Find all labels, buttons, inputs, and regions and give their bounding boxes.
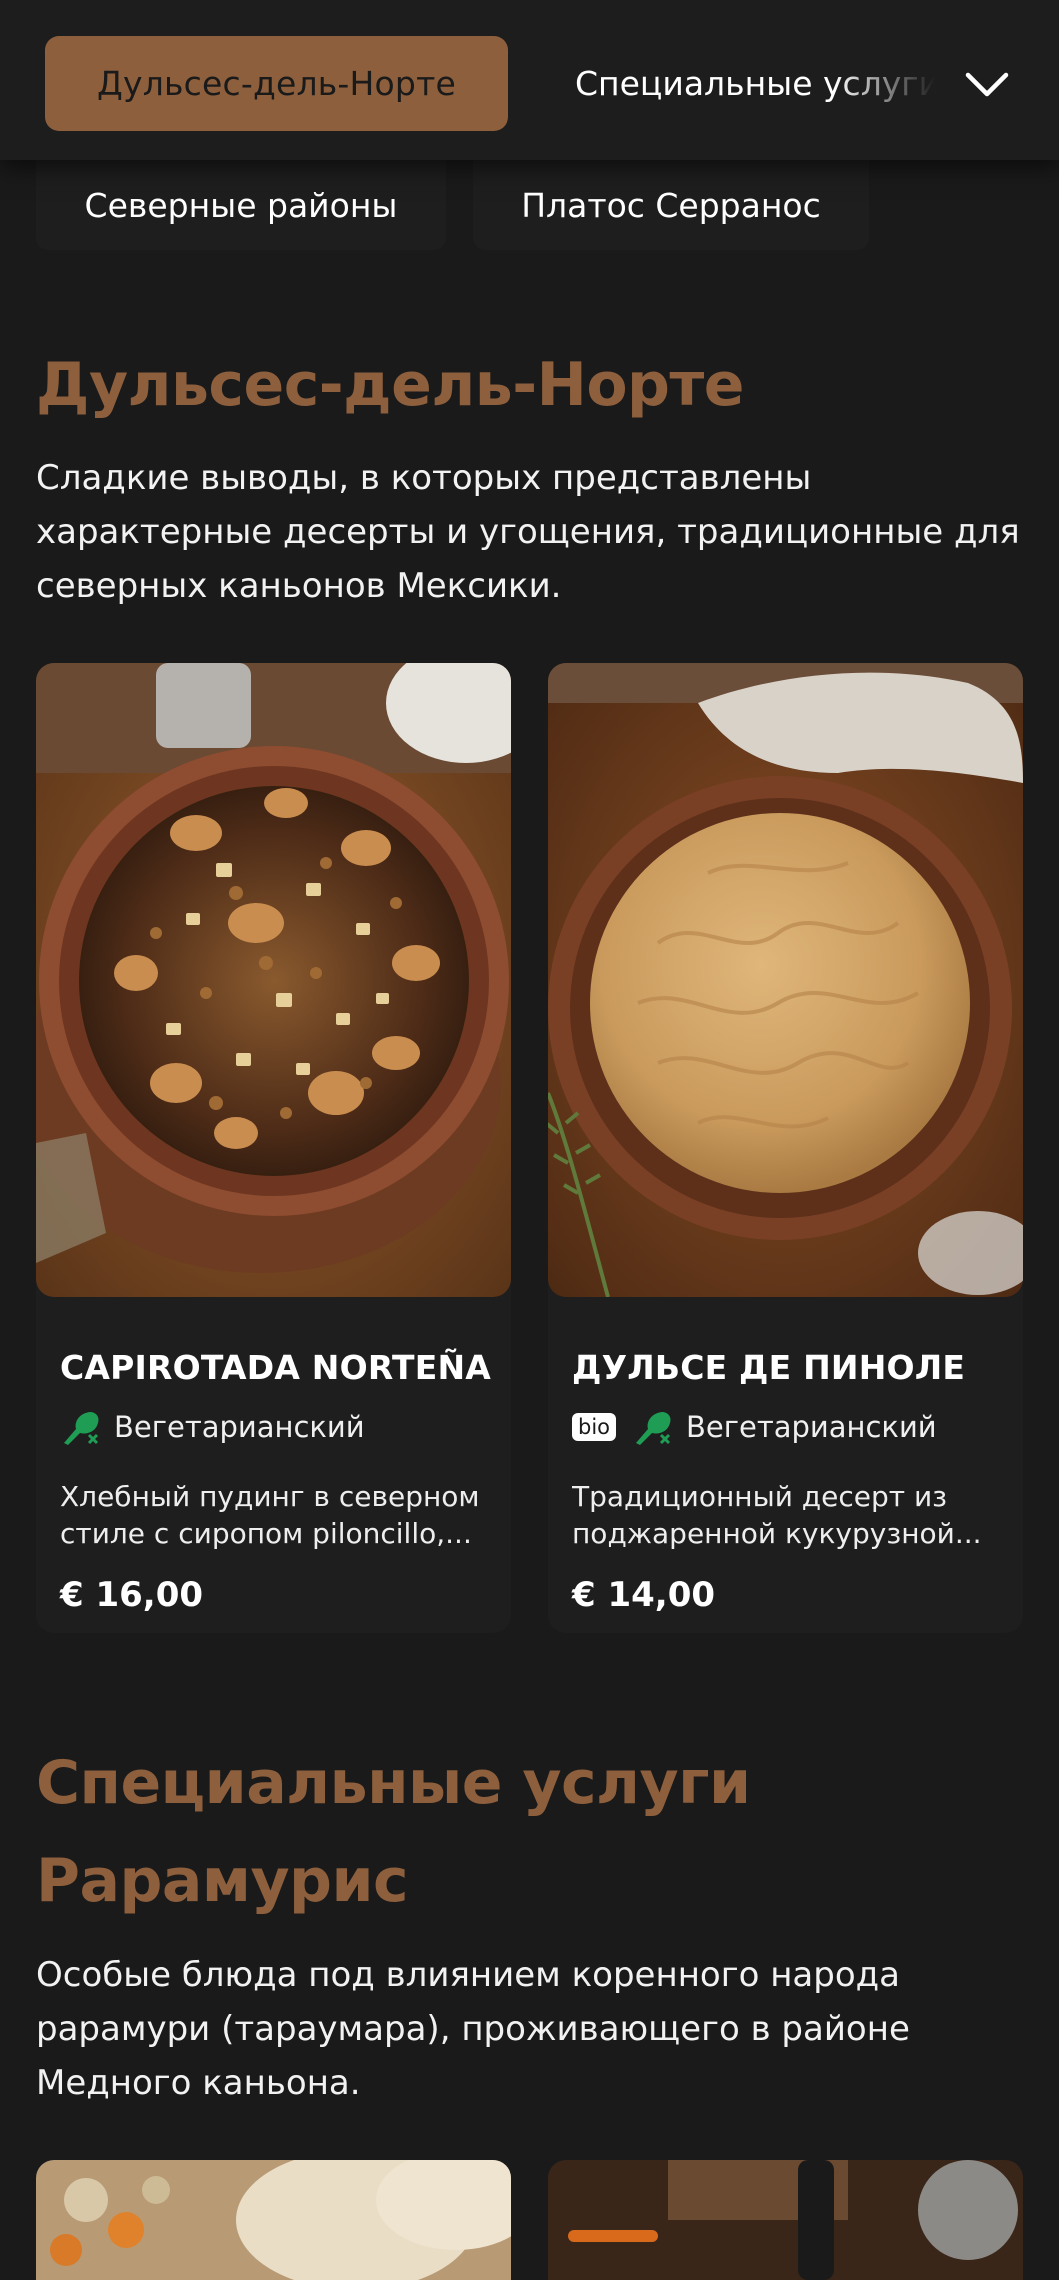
chevron-down-icon[interactable] <box>960 58 1014 112</box>
section-title: Специальные услуги <box>36 1748 751 1818</box>
bio-badge: bio <box>572 1413 617 1441</box>
product-card[interactable]: CAPIROTADA NORTEÑA Вегетарианский Хлебны… <box>36 663 511 1633</box>
tab-dulces-del-norte[interactable]: Дульсес-дель-Норте <box>45 36 508 131</box>
product-name: CAPIROTADA NORTEÑA <box>60 1348 492 1387</box>
tab-northern-regions[interactable]: Северные районы <box>36 160 446 250</box>
diet-badges: bio Вегетарианский <box>572 1405 937 1449</box>
product-price: € 14,00 <box>572 1575 716 1615</box>
tab-platos-serranos[interactable]: Платос Серранос <box>473 160 869 250</box>
section-title: Дульсес-дель-Норте <box>36 350 744 420</box>
diet-badges: Вегетарианский <box>60 1405 365 1449</box>
product-description: Хлебный пудинг в северном стиле с сиропо… <box>60 1480 480 1550</box>
section-description: Особые блюда под влиянием коренного наро… <box>36 1955 910 2103</box>
product-description: Традиционный десерт из поджаренной кукур… <box>572 1480 982 1550</box>
product-photo <box>36 663 511 1297</box>
category-nav: Дульсес-дель-Норте Специальные услуги Ра… <box>0 0 1059 160</box>
product-photo[interactable] <box>36 2160 511 2280</box>
vegetarian-icon <box>636 1412 671 1445</box>
section-description: Сладкие выводы, в которых представлены х… <box>36 458 1020 606</box>
diet-label: Вегетарианский <box>686 1410 937 1444</box>
product-name: ДУЛЬСЕ ДЕ ПИНОЛЕ <box>572 1348 966 1387</box>
vegetarian-icon <box>64 1412 99 1445</box>
product-photo[interactable] <box>548 2160 1023 2280</box>
product-photo <box>548 663 1023 1297</box>
product-price: € 16,00 <box>60 1575 204 1615</box>
section-title-line2: Рарамурис <box>36 1846 409 1916</box>
tab-especialidades-raramuris[interactable]: Специальные услуги Рарамурис <box>575 36 935 131</box>
product-card[interactable]: ДУЛЬСЕ ДЕ ПИНОЛЕ bio Вегетарианский Трад… <box>548 663 1023 1633</box>
diet-label: Вегетарианский <box>114 1410 365 1444</box>
